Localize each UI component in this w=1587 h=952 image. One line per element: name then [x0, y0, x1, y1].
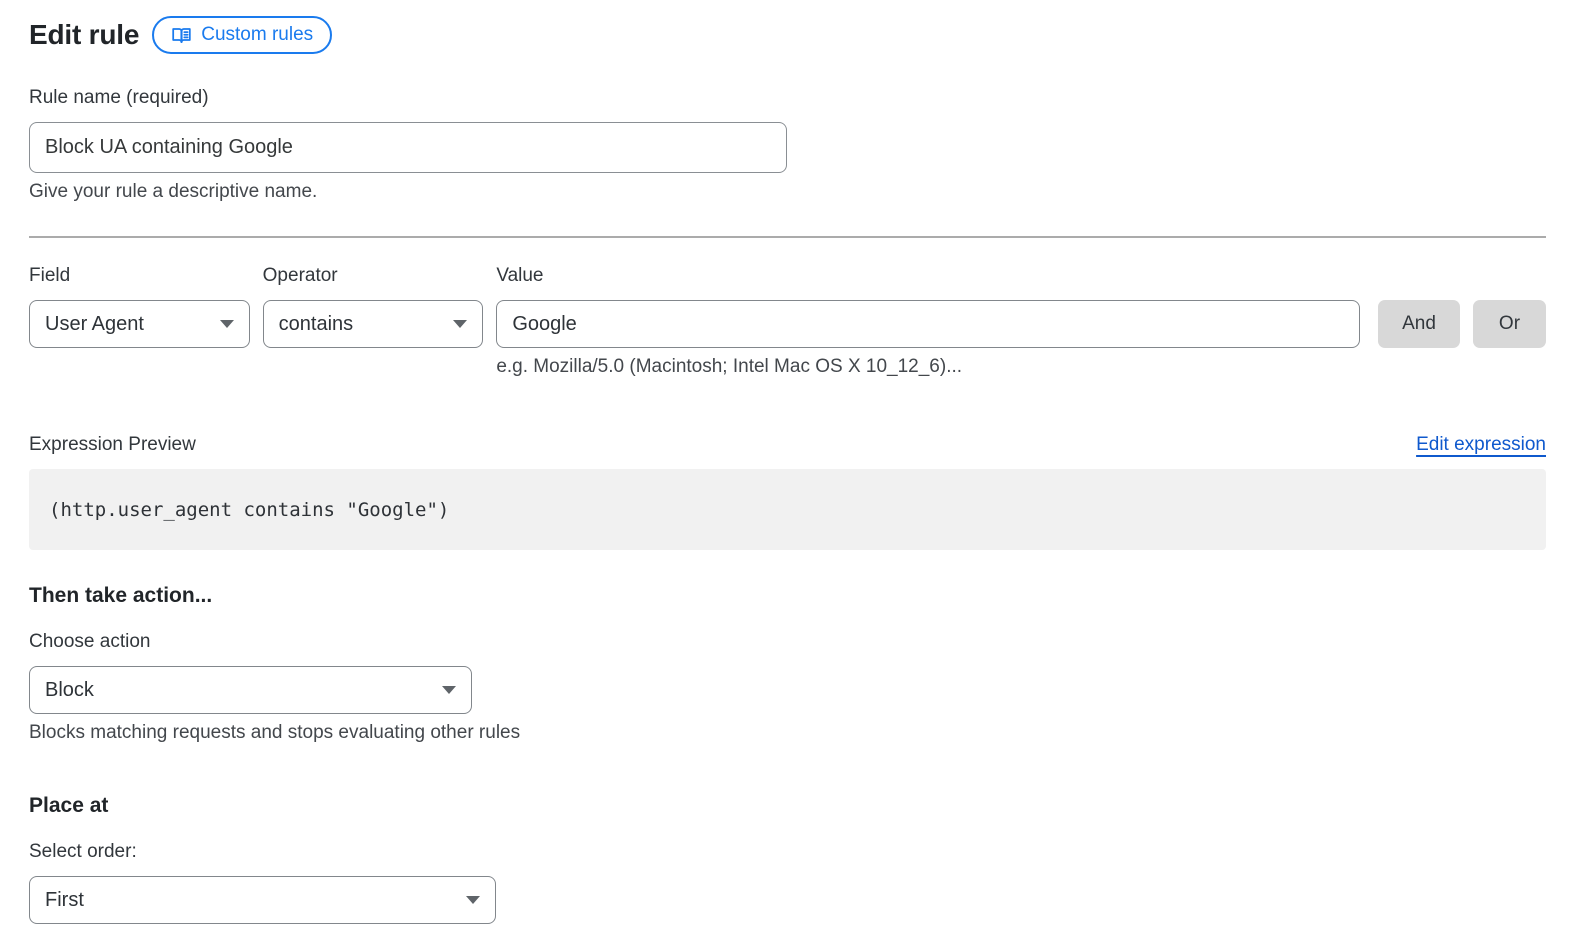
caret-down-icon — [442, 686, 456, 694]
rule-name-label: Rule name (required) — [29, 87, 1546, 109]
edit-expression-link[interactable]: Edit expression — [1416, 434, 1546, 456]
place-at-heading: Place at — [29, 794, 1546, 818]
page-title: Edit rule — [29, 19, 139, 51]
custom-rules-badge[interactable]: Custom rules — [152, 16, 332, 54]
order-select-value: First — [45, 889, 84, 912]
expression-section: Expression Preview Edit expression (http… — [29, 434, 1546, 550]
custom-rules-badge-label: Custom rules — [201, 24, 313, 46]
expression-code: (http.user_agent contains "Google") — [49, 499, 449, 521]
open-book-icon — [171, 25, 192, 46]
field-select[interactable]: User Agent — [29, 300, 250, 348]
caret-down-icon — [220, 320, 234, 328]
value-helper: e.g. Mozilla/5.0 (Macintosh; Intel Mac O… — [496, 356, 1360, 378]
operator-column: Operator contains — [263, 265, 484, 348]
action-heading: Then take action... — [29, 584, 1546, 608]
edit-rule-page: Edit rule Custom rules Rule name (requir… — [0, 0, 1587, 924]
field-label: Field — [29, 265, 250, 287]
and-button[interactable]: And — [1378, 300, 1460, 348]
field-select-value: User Agent — [45, 313, 144, 336]
caret-down-icon — [466, 896, 480, 904]
action-select-value: Block — [45, 679, 94, 702]
condition-row: Field User Agent Operator contains Value… — [29, 265, 1546, 378]
caret-down-icon — [453, 320, 467, 328]
rule-name-section: Rule name (required) Give your rule a de… — [29, 87, 1546, 203]
operator-select[interactable]: contains — [263, 300, 484, 348]
choose-action-label: Choose action — [29, 631, 1546, 653]
expression-preview-label: Expression Preview — [29, 434, 196, 456]
value-label: Value — [496, 265, 1360, 287]
action-select[interactable]: Block — [29, 666, 472, 714]
rule-name-input[interactable] — [29, 122, 787, 173]
expression-header: Expression Preview Edit expression — [29, 434, 1546, 456]
rule-name-helper: Give your rule a descriptive name. — [29, 181, 1546, 203]
action-section: Then take action... Choose action Block … — [29, 584, 1546, 744]
order-select[interactable]: First — [29, 876, 496, 924]
or-button[interactable]: Or — [1473, 300, 1546, 348]
placement-section: Place at Select order: First — [29, 794, 1546, 924]
field-column: Field User Agent — [29, 265, 250, 348]
action-helper: Blocks matching requests and stops evalu… — [29, 722, 1546, 744]
select-order-label: Select order: — [29, 841, 1546, 863]
section-divider — [29, 236, 1546, 238]
page-header: Edit rule Custom rules — [29, 16, 1546, 54]
connector-buttons: And Or — [1378, 300, 1546, 348]
expression-preview-box: (http.user_agent contains "Google") — [29, 469, 1546, 550]
operator-label: Operator — [263, 265, 484, 287]
value-column: Value e.g. Mozilla/5.0 (Macintosh; Intel… — [496, 265, 1360, 378]
value-input[interactable] — [496, 300, 1360, 348]
operator-select-value: contains — [279, 313, 354, 336]
